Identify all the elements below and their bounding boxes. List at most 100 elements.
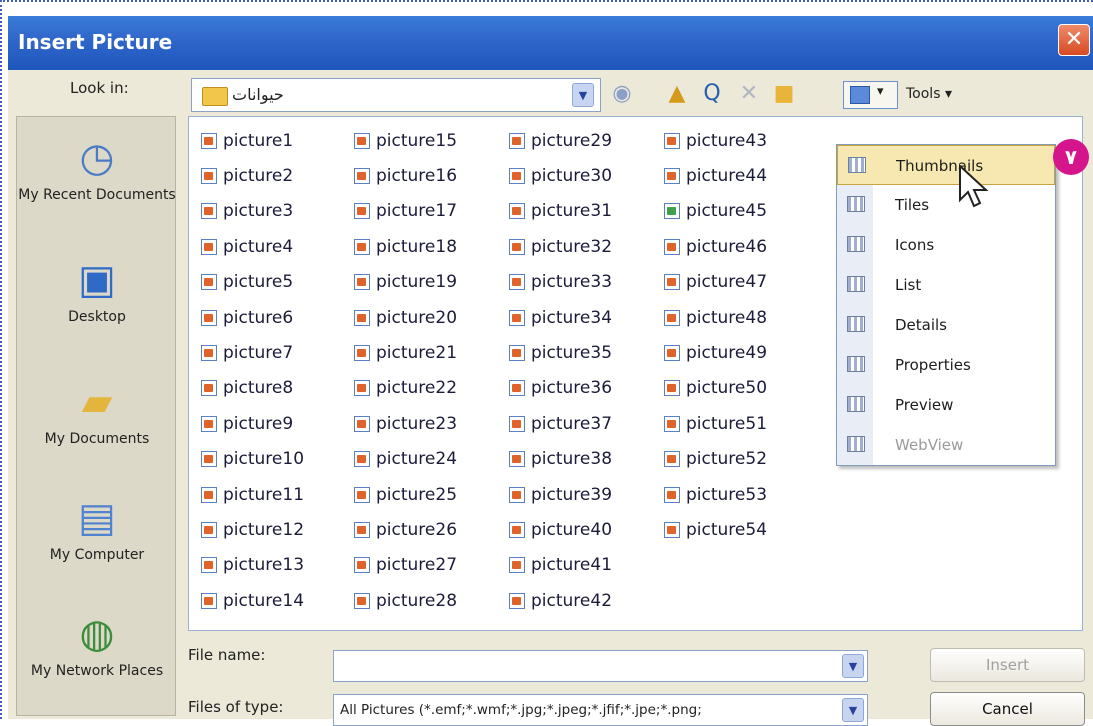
file-item[interactable]: picture10 — [201, 442, 304, 477]
file-item[interactable]: picture13 — [201, 548, 304, 583]
file-item[interactable]: picture19 — [354, 265, 457, 300]
file-item[interactable]: picture49 — [664, 335, 767, 370]
file-name: picture48 — [686, 307, 768, 328]
file-name-input[interactable]: ▼ — [333, 650, 868, 682]
file-item[interactable]: picture3 — [201, 194, 304, 229]
picture-file-icon — [354, 238, 370, 255]
file-item[interactable]: picture15 — [354, 123, 457, 158]
chevron-down-icon[interactable]: ▼ — [572, 83, 594, 107]
insert-button[interactable]: Insert — [930, 648, 1085, 682]
close-button[interactable]: ✕ — [1058, 24, 1090, 56]
file-item[interactable]: picture7 — [201, 335, 304, 370]
file-name: picture53 — [686, 484, 768, 505]
folder-icon — [202, 87, 228, 106]
cancel-button[interactable]: Cancel — [930, 692, 1085, 726]
file-item[interactable]: picture5 — [201, 265, 304, 300]
file-item[interactable]: picture28 — [354, 583, 457, 618]
picture-file-icon — [201, 380, 217, 397]
file-item[interactable]: picture34 — [509, 300, 612, 335]
back-icon[interactable]: ◉ — [608, 82, 636, 106]
look-in-dropdown[interactable]: حیوانات ▼ — [191, 78, 601, 112]
file-item[interactable]: picture48 — [664, 300, 767, 335]
menu-item-properties[interactable]: Properties — [837, 345, 1055, 385]
file-item[interactable]: picture53 — [664, 477, 767, 512]
file-item[interactable]: picture45 — [664, 194, 767, 229]
file-item[interactable]: picture32 — [509, 229, 612, 264]
file-item[interactable]: picture37 — [509, 406, 612, 441]
file-column: picture43 picture44 picture45 picture46 pict… — [664, 123, 767, 548]
icons-view-icon — [847, 236, 865, 252]
properties-view-icon — [847, 356, 865, 372]
file-item[interactable]: picture29 — [509, 123, 612, 158]
place-network[interactable]: ◍ My Network Places — [17, 611, 177, 679]
menu-item-preview[interactable]: Preview — [837, 385, 1055, 425]
file-item[interactable]: picture21 — [354, 335, 457, 370]
file-item[interactable]: picture51 — [664, 406, 767, 441]
search-web-icon[interactable]: Q — [698, 82, 726, 106]
tools-menu[interactable]: Tools ▾ — [906, 86, 952, 102]
file-item[interactable]: picture12 — [201, 512, 304, 547]
place-recent-documents[interactable]: ◷ My Recent Documents — [17, 135, 177, 203]
file-item[interactable]: picture40 — [509, 512, 612, 547]
file-item[interactable]: picture2 — [201, 158, 304, 193]
file-item[interactable]: picture1 — [201, 123, 304, 158]
file-item[interactable]: picture47 — [664, 265, 767, 300]
file-item[interactable]: picture14 — [201, 583, 304, 618]
picture-file-icon — [201, 486, 217, 503]
delete-icon[interactable]: ✕ — [735, 82, 763, 106]
menu-item-webview[interactable]: WebView — [837, 425, 1055, 465]
file-item[interactable]: picture22 — [354, 371, 457, 406]
file-item[interactable]: picture11 — [201, 477, 304, 512]
menu-item-details[interactable]: Details — [837, 305, 1055, 345]
file-item[interactable]: picture54 — [664, 512, 767, 547]
file-item[interactable]: picture41 — [509, 548, 612, 583]
file-item[interactable]: picture42 — [509, 583, 612, 618]
file-item[interactable]: picture8 — [201, 371, 304, 406]
picture-file-icon — [664, 203, 680, 220]
chevron-down-icon[interactable]: ▼ — [842, 698, 864, 722]
place-desktop[interactable]: ▣ Desktop — [17, 257, 177, 325]
file-item[interactable]: picture52 — [664, 442, 767, 477]
views-button[interactable]: ▾ — [843, 81, 898, 109]
file-item[interactable]: picture26 — [354, 512, 457, 547]
file-item[interactable]: picture39 — [509, 477, 612, 512]
file-item[interactable]: picture44 — [664, 158, 767, 193]
selection-border-left — [0, 0, 4, 719]
file-item[interactable]: picture4 — [201, 229, 304, 264]
picture-file-icon — [664, 451, 680, 468]
new-folder-icon[interactable]: ■ — [770, 82, 798, 106]
file-item[interactable]: picture30 — [509, 158, 612, 193]
file-name: picture52 — [686, 449, 768, 470]
picture-file-icon — [354, 380, 370, 397]
file-item[interactable]: picture36 — [509, 371, 612, 406]
file-column: picture15 picture16 picture17 picture18 pict… — [354, 123, 457, 618]
file-item[interactable]: picture38 — [509, 442, 612, 477]
file-item[interactable]: picture27 — [354, 548, 457, 583]
file-item[interactable]: picture17 — [354, 194, 457, 229]
up-folder-icon[interactable]: ▲ — [663, 82, 691, 106]
file-item[interactable]: picture43 — [664, 123, 767, 158]
menu-item-list[interactable]: List — [837, 265, 1055, 305]
file-item[interactable]: picture46 — [664, 229, 767, 264]
file-item[interactable]: picture16 — [354, 158, 457, 193]
menu-item-thumbnails[interactable]: Thumbnails — [837, 145, 1055, 185]
file-item[interactable]: picture23 — [354, 406, 457, 441]
menu-item-tiles[interactable]: Tiles — [837, 185, 1055, 225]
menu-item-icons[interactable]: Icons — [837, 225, 1055, 265]
file-item[interactable]: picture33 — [509, 265, 612, 300]
chevron-down-icon[interactable]: ▼ — [842, 654, 864, 678]
file-item[interactable]: picture35 — [509, 335, 612, 370]
file-item[interactable]: picture20 — [354, 300, 457, 335]
file-item[interactable]: picture31 — [509, 194, 612, 229]
file-item[interactable]: picture9 — [201, 406, 304, 441]
file-item[interactable]: picture24 — [354, 442, 457, 477]
file-item[interactable]: picture18 — [354, 229, 457, 264]
place-my-computer[interactable]: ▤ My Computer — [17, 495, 177, 563]
file-item[interactable]: picture6 — [201, 300, 304, 335]
file-item[interactable]: picture25 — [354, 477, 457, 512]
files-of-type-dropdown[interactable]: All Pictures (*.emf;*.wmf;*.jpg;*.jpeg;*… — [333, 694, 868, 726]
place-my-documents[interactable]: ▰ My Documents — [17, 379, 177, 447]
picture-file-icon — [354, 274, 370, 291]
file-item[interactable]: picture50 — [664, 371, 767, 406]
menu-item-label: Preview — [895, 396, 954, 414]
